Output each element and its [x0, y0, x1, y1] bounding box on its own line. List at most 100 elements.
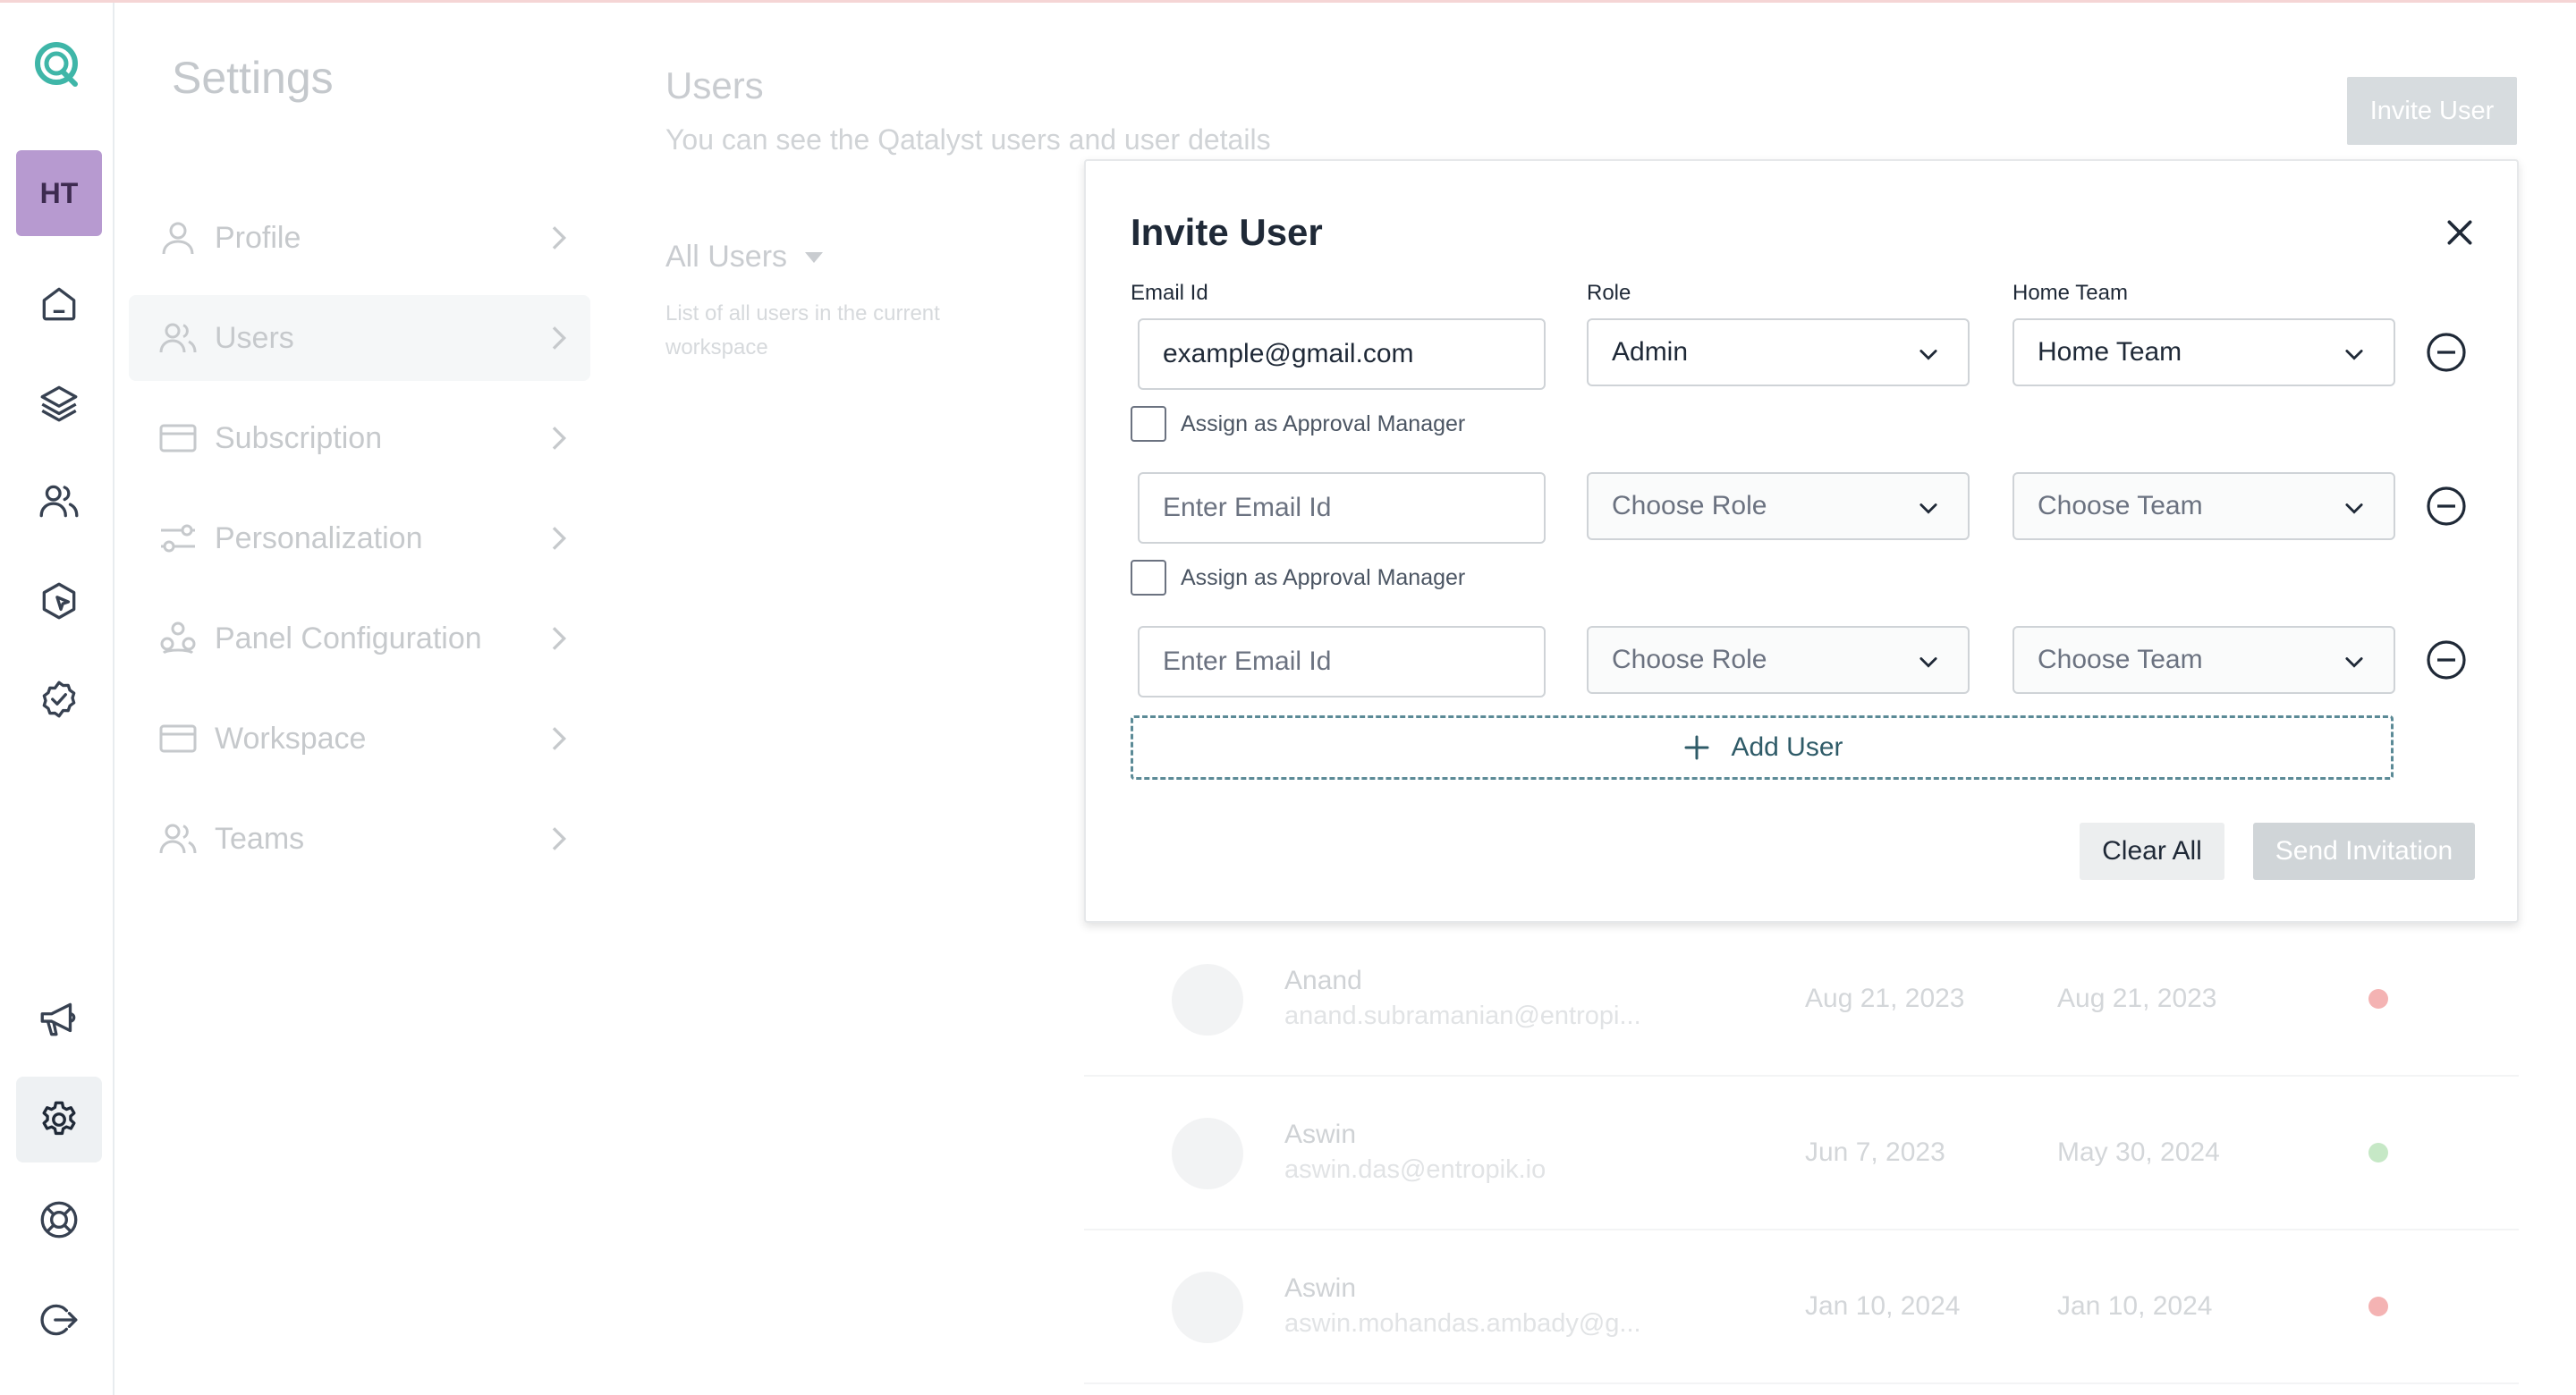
team-select[interactable]: Choose Team — [2012, 472, 2395, 540]
user-icon — [156, 216, 200, 260]
role-select[interactable]: Choose Role — [1587, 472, 1970, 540]
user-name: Anand — [1284, 966, 1362, 995]
sidebar-item-label: Workspace — [215, 721, 367, 756]
role-select-value: Choose Role — [1612, 491, 1767, 520]
invite-user-button[interactable]: Invite User — [2347, 77, 2517, 145]
chevron-down-icon — [1919, 657, 1937, 668]
last-active-date: May 30, 2024 — [2057, 1137, 2220, 1167]
list-description: List of all users in the current workspa… — [665, 301, 940, 359]
role-select[interactable]: Admin — [1587, 318, 1970, 386]
last-active-date: Jan 10, 2024 — [2057, 1291, 2213, 1321]
team-select-value: Home Team — [2038, 337, 2182, 367]
rail-logout[interactable] — [16, 1277, 102, 1363]
last-active-date: Aug 21, 2023 — [2057, 984, 2217, 1013]
team-select[interactable]: Home Team — [2012, 318, 2395, 386]
email-field[interactable] — [1138, 626, 1546, 698]
close-button[interactable] — [2435, 207, 2485, 258]
top-accent-line — [0, 0, 2576, 3]
avatar — [1172, 1272, 1243, 1343]
logout-icon — [40, 1304, 78, 1336]
email-field[interactable] — [1138, 472, 1546, 544]
checkbox[interactable] — [1131, 560, 1166, 596]
rail-clicks[interactable] — [16, 558, 102, 644]
chevron-right-icon — [552, 627, 567, 650]
qatalyst-logo-icon[interactable] — [32, 39, 82, 89]
sidebar-item-workspace[interactable]: Workspace — [129, 696, 590, 782]
email-field[interactable] — [1138, 318, 1546, 390]
page-title: Users — [665, 64, 764, 106]
user-name: Aswin — [1284, 1273, 1357, 1303]
remove-row-icon[interactable] — [2425, 485, 2468, 528]
chevron-down-icon — [2345, 503, 2363, 514]
sidebar-item-subscription[interactable]: Subscription — [129, 395, 590, 481]
sidebar-item-personalization[interactable]: Personalization — [129, 495, 590, 581]
rail-projects[interactable] — [16, 359, 102, 445]
chevron-down-icon — [1919, 350, 1937, 360]
approval-manager-checkbox[interactable]: Assign as Approval Manager — [1131, 560, 1465, 596]
rail-approvals[interactable] — [16, 656, 102, 742]
layers-icon — [40, 385, 78, 422]
sidebar-item-label: Personalization — [215, 520, 423, 555]
team-select[interactable]: Choose Team — [2012, 626, 2395, 694]
icon-rail: HT — [0, 0, 114, 1395]
all-users-filter[interactable]: All Users — [665, 240, 824, 275]
role-select-value: Admin — [1612, 337, 1689, 367]
plus-icon — [1684, 735, 1709, 760]
sidebar-item-panel-configuration[interactable]: Panel Configuration — [129, 596, 590, 681]
team-column-label: Home Team — [2012, 281, 2128, 305]
invite-user-modal: Invite User Email Id Role Home Team Admi… — [1084, 159, 2519, 923]
cursor-click-icon — [42, 582, 76, 620]
sidebar-item-users[interactable]: Users — [129, 295, 590, 381]
avatar[interactable]: HT — [16, 150, 102, 236]
role-select[interactable]: Choose Role — [1587, 626, 1970, 694]
send-invitation-button[interactable]: Send Invitation — [2253, 823, 2475, 880]
chevron-right-icon — [552, 427, 567, 450]
sliders-icon — [156, 516, 200, 561]
rail-announcements[interactable] — [16, 976, 102, 1062]
created-date: Jun 7, 2023 — [1805, 1137, 1945, 1167]
users-icon — [156, 816, 200, 861]
table-row[interactable]: Aswin aswin.das@entropik.io Jun 7, 2023 … — [1084, 1077, 2519, 1230]
status-dot — [2368, 1143, 2388, 1162]
sidebar-item-teams[interactable]: Teams — [129, 796, 590, 882]
team-select-value: Choose Team — [2038, 645, 2203, 674]
rail-settings[interactable] — [16, 1077, 102, 1162]
modal-title: Invite User — [1131, 211, 1323, 253]
checkbox-label: Assign as Approval Manager — [1181, 564, 1466, 590]
sidebar-item-label: Teams — [215, 821, 305, 856]
chevron-right-icon — [552, 326, 567, 350]
remove-row-icon[interactable] — [2425, 331, 2468, 374]
approval-manager-checkbox[interactable]: Assign as Approval Manager — [1131, 406, 1465, 442]
clear-all-button[interactable]: Clear All — [2080, 823, 2224, 880]
page-subtitle: You can see the Qatalyst users and user … — [665, 123, 1271, 156]
sidebar-item-label: Profile — [215, 220, 301, 255]
chevron-right-icon — [552, 226, 567, 249]
card-icon — [156, 416, 200, 461]
table-row[interactable]: Aswin aswin.mohandas.ambady@g... Jan 10,… — [1084, 1230, 2519, 1384]
status-dot — [2368, 989, 2388, 1009]
rail-users[interactable] — [16, 458, 102, 544]
rail-help[interactable] — [16, 1177, 102, 1263]
check-badge-icon — [42, 681, 76, 718]
checkbox-label: Assign as Approval Manager — [1181, 410, 1466, 436]
rail-home[interactable] — [16, 261, 102, 347]
status-dot — [2368, 1297, 2388, 1316]
user-email: aswin.das@entropik.io — [1284, 1155, 1546, 1184]
gear-icon — [42, 1101, 76, 1136]
home-icon — [42, 287, 76, 321]
checkbox[interactable] — [1131, 406, 1166, 442]
email-column-label: Email Id — [1131, 281, 1208, 305]
caret-down-icon — [805, 251, 824, 263]
table-row[interactable]: Anand anand.subramanian@entropi... Aug 2… — [1084, 923, 2519, 1077]
chevron-right-icon — [552, 527, 567, 550]
add-user-button[interactable]: Add User — [1131, 715, 2394, 780]
card-icon — [156, 716, 200, 761]
sidebar-item-profile[interactable]: Profile — [129, 195, 590, 281]
close-icon — [2447, 220, 2472, 245]
role-column-label: Role — [1587, 281, 1631, 305]
remove-row-icon[interactable] — [2425, 638, 2468, 681]
sidebar-item-label: Users — [215, 320, 294, 355]
user-email: anand.subramanian@entropi... — [1284, 1002, 1641, 1030]
chevron-right-icon — [552, 827, 567, 850]
chevron-down-icon — [2345, 350, 2363, 360]
